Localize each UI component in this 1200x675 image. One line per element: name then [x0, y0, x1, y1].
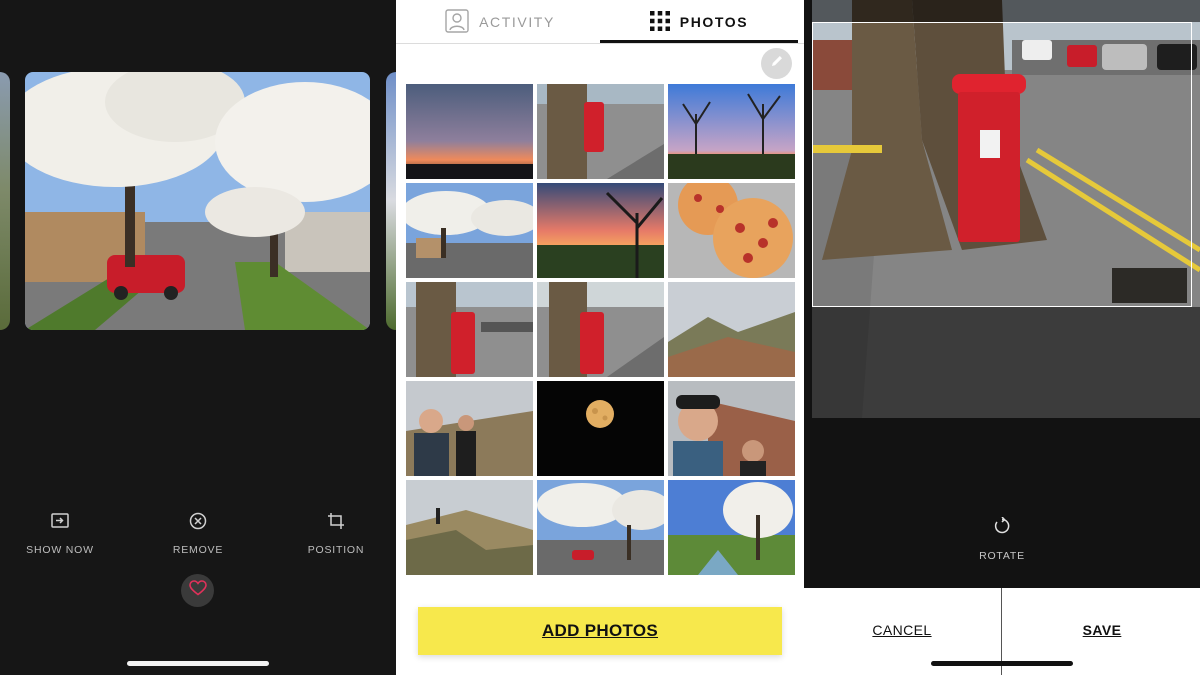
rotate-button[interactable]: ROTATE	[954, 516, 1050, 562]
photo-thumbnail[interactable]	[406, 183, 533, 278]
photo-thumbnail[interactable]	[537, 183, 664, 278]
tab-photos[interactable]: PHOTOS	[600, 0, 798, 44]
cancel-button[interactable]: CANCEL	[804, 622, 1000, 638]
rotate-label: ROTATE	[979, 550, 1025, 562]
tab-activity-label: ACTIVITY	[479, 14, 555, 30]
favorite-button[interactable]	[181, 574, 214, 607]
photo-thumbnail[interactable]	[406, 480, 533, 575]
photo-thumbnail[interactable]	[668, 183, 795, 278]
position-label: POSITION	[307, 544, 365, 556]
heart-icon	[188, 580, 207, 601]
photos-screen: ACTIVITY PHOTOS ADD PHOTOS	[396, 0, 804, 675]
add-photos-label: ADD PHOTOS	[541, 621, 659, 640]
photo-thumbnail[interactable]	[406, 282, 533, 377]
add-photos-button[interactable]: ADD PHOTOS	[418, 607, 782, 655]
photo-thumbnail[interactable]	[537, 282, 664, 377]
tab-bar: ACTIVITY PHOTOS	[396, 0, 804, 44]
photo-thumbnail[interactable]	[668, 480, 795, 575]
pencil-icon	[770, 54, 784, 73]
photo-thumbnail[interactable]	[406, 381, 533, 476]
crop-mask-top	[812, 0, 1200, 22]
save-button[interactable]: SAVE	[1004, 622, 1200, 638]
remove-button[interactable]: REMOVE	[143, 512, 253, 558]
crop-frame[interactable]	[812, 22, 1192, 307]
photo-thumbnail[interactable]	[537, 381, 664, 476]
show-now-button[interactable]: SHOW NOW	[5, 512, 115, 558]
home-indicator	[127, 661, 269, 666]
photo-thumbnail[interactable]	[537, 480, 664, 575]
photo-thumbnail[interactable]	[668, 381, 795, 476]
photo-thumbnail[interactable]	[668, 282, 795, 377]
photo-detail-screen: SHOW NOW REMOVE POSITION	[0, 0, 396, 675]
crop-icon	[281, 512, 391, 532]
current-photo[interactable]	[25, 72, 370, 330]
rotate-icon	[993, 516, 1011, 539]
crop-editor: ROTATE	[804, 0, 1200, 588]
show-now-label: SHOW NOW	[26, 544, 94, 556]
show-now-icon	[5, 512, 115, 532]
photo-actions: SHOW NOW REMOVE POSITION	[0, 512, 396, 562]
remove-circle-icon	[143, 512, 253, 532]
remove-label: REMOVE	[172, 544, 224, 556]
person-icon	[445, 8, 469, 36]
photo-grid	[406, 84, 795, 575]
position-button[interactable]: POSITION	[281, 512, 391, 558]
photo-thumbnail[interactable]	[406, 84, 533, 179]
app-root: SHOW NOW REMOVE POSITION ACTIVITY PHOTOS…	[0, 0, 1200, 675]
crop-mask-bottom	[812, 307, 1200, 418]
previous-photo-peek[interactable]	[0, 72, 10, 330]
next-photo-peek[interactable]	[386, 72, 396, 330]
photo-thumbnail[interactable]	[537, 84, 664, 179]
edit-button[interactable]	[761, 48, 792, 79]
crop-editor-screen: ROTATE CANCEL SAVE	[804, 0, 1200, 675]
tab-photos-label: PHOTOS	[679, 14, 749, 30]
active-tab-indicator	[600, 40, 798, 43]
grid-icon	[649, 10, 670, 34]
tab-activity[interactable]: ACTIVITY	[400, 0, 600, 44]
photo-thumbnail[interactable]	[668, 84, 795, 179]
home-indicator	[931, 661, 1073, 666]
